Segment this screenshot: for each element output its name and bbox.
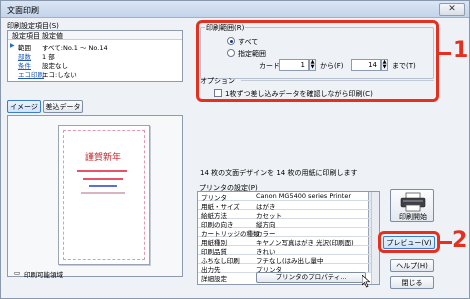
printer-icon — [400, 192, 426, 212]
settings-col-value: 設定値 — [42, 32, 63, 40]
print-start-button[interactable]: 印刷開始 — [390, 189, 434, 222]
settings-row[interactable]: ▶ 範囲 すべて:No.1 〜 No.14 — [10, 42, 180, 52]
settings-row-value: エコ:しない — [42, 71, 77, 79]
print-info-text: 14 枚の文面デザインを 14 枚の用紙に印刷します — [200, 169, 358, 177]
print-dialog: 文面印刷 ✕ 印刷設定項目(S) 設定項目 設定値 ▶ 範囲 すべて:No.1 … — [0, 0, 470, 299]
help-button[interactable]: ヘルプ(H) — [390, 259, 434, 272]
printer-row[interactable]: 用紙種別キヤノン写真はがき 光沢(印刷面)▼ — [198, 237, 378, 247]
printer-row[interactable]: 印刷の向き縦方向▼ — [198, 219, 378, 229]
printer-properties-button[interactable]: プリンタのプロパティ... — [256, 272, 366, 283]
printer-row[interactable]: 印刷品質きれい▼ — [198, 246, 378, 256]
settings-row[interactable]: 条件 設定なし — [10, 60, 180, 70]
card-text-line — [89, 185, 117, 187]
card-greeting: 謹賀新年 — [85, 153, 122, 163]
printer-row[interactable]: カートリッジの種類カラー▼ — [198, 228, 378, 238]
callout-number-1: 1 — [453, 38, 469, 63]
printer-row: 詳細設定 プリンタのプロパティ... — [198, 272, 378, 283]
close-button[interactable]: 閉じる — [390, 276, 434, 289]
printer-row-value: Canon MG5400 series Printer — [256, 192, 351, 200]
close-icon[interactable]: ✕ — [439, 3, 465, 16]
printer-row[interactable]: ふちなし印刷フチなし(はみ出し量中▼ — [198, 255, 378, 265]
card-text-line — [83, 178, 123, 180]
preview-pane: 謹賀新年 ▭ 印刷可能領域 — [7, 115, 183, 279]
tab-image[interactable]: イメージ — [7, 100, 41, 113]
preview-caption-swatch: ▭ — [14, 269, 21, 277]
window-title: 文面印刷 — [7, 6, 39, 15]
settings-row[interactable]: エコ印刷 エコ:しない — [10, 69, 180, 79]
title-bar: 文面印刷 ✕ — [1, 1, 469, 18]
callout-number-2: 2 — [452, 228, 468, 253]
printer-row[interactable]: プリンタCanon MG5400 series Printer▼ — [198, 192, 378, 202]
settings-row-key[interactable]: エコ印刷 — [18, 69, 44, 79]
printer-row[interactable]: 用紙・サイズはがき▼ — [198, 201, 378, 211]
settings-rows: ▶ 範囲 すべて:No.1 〜 No.14 部数 1 部 条件 設定なし エコ印… — [10, 42, 180, 82]
print-start-label: 印刷開始 — [399, 213, 427, 221]
callout-line-2 — [440, 241, 452, 244]
tab-merge-data[interactable]: 差込データ — [43, 100, 83, 113]
settings-col-item: 設定項目 — [12, 32, 40, 40]
card-text-line — [77, 170, 127, 172]
preview-button[interactable]: プレビュー(V) — [383, 236, 435, 249]
preview-caption: 印刷可能領域 — [24, 271, 63, 279]
settings-row[interactable]: 部数 1 部 — [10, 51, 180, 61]
printer-row-key: 詳細設定 — [201, 275, 227, 283]
printer-row[interactable]: 給紙方法カセット▼ — [198, 210, 378, 220]
callout-line-1 — [439, 52, 451, 55]
card-text-line — [81, 192, 125, 194]
settings-list[interactable]: 設定項目 設定値 ▶ 範囲 すべて:No.1 〜 No.14 部数 1 部 条件… — [7, 30, 183, 82]
row-arrow-icon: ▶ — [10, 42, 15, 49]
cursor-icon — [362, 275, 371, 288]
postcard-preview: 謹賀新年 — [58, 125, 150, 265]
settings-list-header: 設定項目 設定値 — [8, 31, 182, 40]
highlight-frame-1 — [196, 20, 439, 102]
